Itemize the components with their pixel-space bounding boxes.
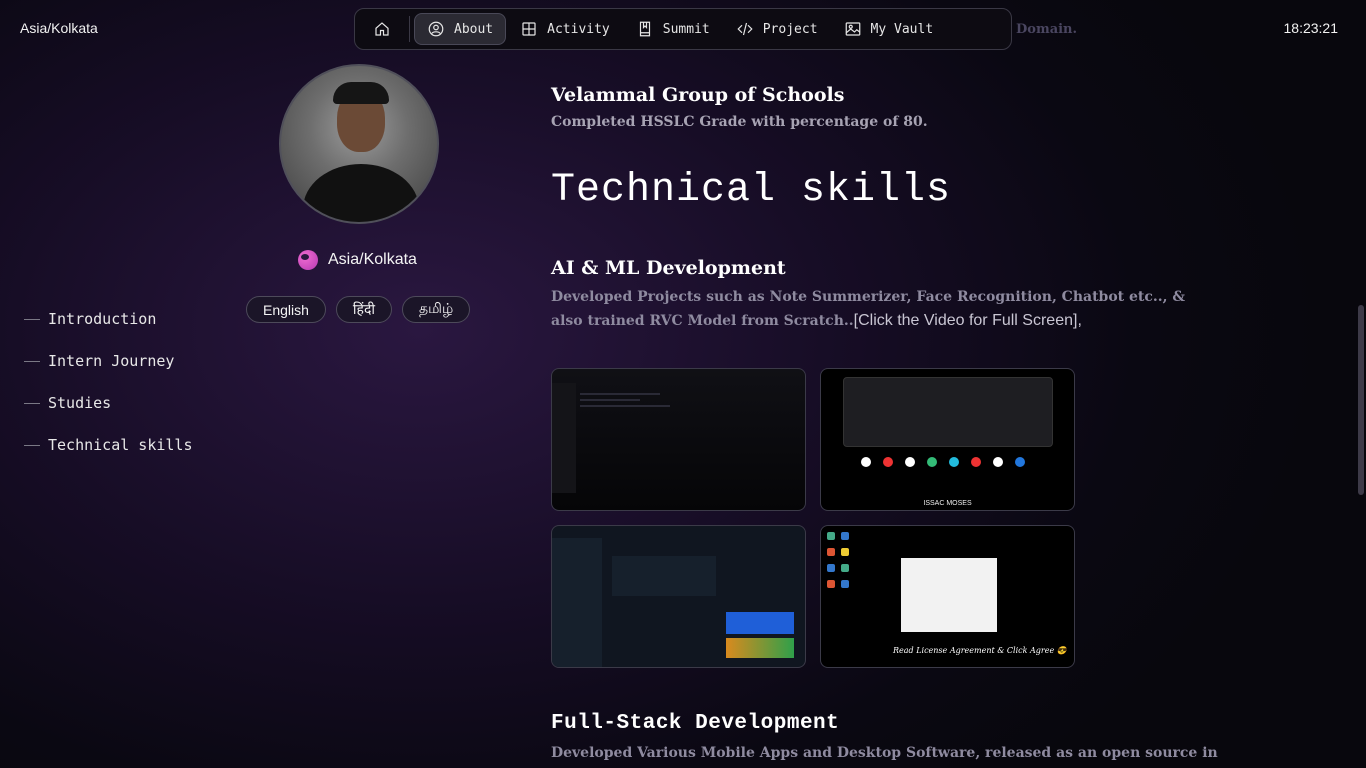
app-icon [993, 457, 1003, 467]
desktop-icon [841, 580, 849, 588]
app-icon [861, 457, 871, 467]
globe-icon [298, 250, 318, 270]
code-line [580, 399, 640, 401]
app-icon [883, 457, 893, 467]
profile-location: Asia/Kolkata [298, 250, 417, 270]
clock: 18:23:21 [1283, 20, 1339, 36]
video-thumbnail-chatbot[interactable]: ISSAC MOSES [820, 368, 1075, 511]
image-icon [845, 22, 860, 36]
video-thumbnail-dashboard[interactable] [551, 525, 806, 668]
desktop-icon [841, 564, 849, 572]
faded-heading-text: Domain. [1016, 22, 1078, 37]
video-thumbnail-installer[interactable]: Read License Agreement & Click Agree 😎 [820, 525, 1075, 668]
nav-activity-button[interactable]: Activity [508, 13, 622, 45]
lang-tamil-button[interactable]: தமிழ் [402, 296, 471, 323]
video-thumbnail-code-editor[interactable] [551, 368, 806, 511]
page-scrollbar[interactable] [1358, 305, 1364, 495]
profile-avatar [279, 64, 439, 224]
language-switcher: English हिंदी தமிழ் [246, 296, 471, 323]
code-line [580, 405, 670, 407]
desktop-icon [841, 548, 849, 556]
main-content: Velammal Group of Schools Completed HSSL… [551, 84, 1211, 333]
toc-item-label: Intern Journey [48, 352, 175, 370]
toc-line [24, 360, 40, 362]
user-circle-icon [428, 21, 444, 37]
table-of-contents: Introduction Intern Journey Studies Tech… [24, 292, 193, 472]
nav-vault-label: My Vault [870, 21, 934, 37]
toc-line [24, 318, 40, 320]
fullstack-description: Developed Various Mobile Apps and Deskto… [551, 745, 1218, 761]
toc-item-label: Studies [48, 394, 112, 412]
dashboard-card [612, 556, 716, 596]
app-icon [905, 457, 915, 467]
nav-project-button[interactable]: Project [724, 13, 830, 45]
toc-line [24, 444, 40, 446]
profile-location-label: Asia/Kolkata [328, 251, 417, 268]
book-icon [639, 21, 650, 37]
lang-english-button[interactable]: English [246, 296, 326, 323]
thumbnail-caption: Read License Agreement & Click Agree 😎 [893, 646, 1067, 655]
desktop-icon [827, 580, 835, 588]
code-line [580, 393, 660, 395]
fullstack-title: Full-Stack Development [551, 712, 840, 735]
toc-item-label: Introduction [48, 310, 157, 328]
editor-sidebar [552, 383, 576, 493]
school-description: Completed HSSLC Grade with percentage of… [551, 114, 928, 130]
thumbnail-caption: ISSAC MOSES [923, 500, 972, 507]
nav-summit-button[interactable]: Summit [624, 13, 722, 45]
ai-ml-description-note: [Click the Video for Full Screen], [853, 312, 1082, 329]
app-icon [971, 457, 981, 467]
dashboard-gradient-card [726, 638, 794, 658]
ai-ml-description: Developed Projects such as Note Summeriz… [551, 285, 1211, 333]
ai-ml-title: AI & ML Development [551, 257, 786, 279]
nav-separator [409, 16, 410, 42]
top-nav: About Activity Summit Project My Vault [354, 8, 1012, 50]
license-dialog [901, 558, 997, 632]
nav-about-label: About [454, 21, 494, 37]
video-gallery: ISSAC MOSES Read License Agreement & Cli… [551, 368, 1075, 668]
toc-item-technical-skills[interactable]: Technical skills [24, 418, 193, 472]
fullstack-section: Full-Stack Development Developed Various… [551, 712, 1251, 765]
chat-dialog [843, 377, 1053, 447]
app-icon [949, 457, 959, 467]
school-name: Velammal Group of Schools [551, 84, 845, 106]
desktop-icon [827, 532, 835, 540]
lang-hindi-button[interactable]: हिंदी [335, 296, 393, 323]
section-title: Technical skills [551, 168, 952, 213]
desktop-icon [827, 548, 835, 556]
nav-project-label: Project [762, 21, 818, 37]
app-icon [1015, 457, 1025, 467]
nav-activity-label: Activity [547, 21, 610, 37]
nav-home-button[interactable] [359, 13, 405, 45]
home-icon [375, 22, 389, 36]
avatar-cap [333, 82, 389, 104]
desktop-icon [827, 564, 835, 572]
dashboard-sidebar [552, 538, 602, 667]
desktop-icon [841, 532, 849, 540]
nav-about-button[interactable]: About [414, 13, 507, 45]
toc-item-label: Technical skills [48, 436, 193, 454]
grid-icon [522, 22, 536, 36]
toc-line [24, 402, 40, 404]
app-icon [927, 457, 937, 467]
timezone-label: Asia/Kolkata [20, 20, 98, 36]
nav-vault-button[interactable]: My Vault [832, 13, 946, 45]
code-icon [737, 22, 753, 36]
dashboard-highlight [726, 612, 794, 634]
avatar-figure [303, 164, 419, 222]
nav-summit-label: Summit [662, 21, 710, 37]
